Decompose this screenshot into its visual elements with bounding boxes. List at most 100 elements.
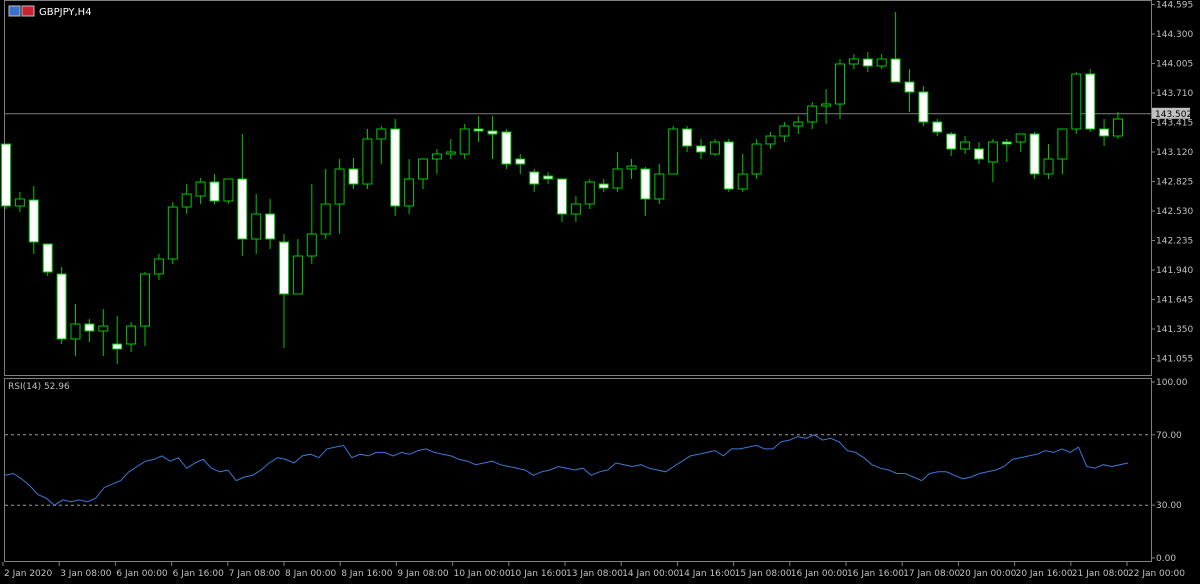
chart-background: [0, 0, 1200, 584]
price-tick-label: 144.300: [1156, 30, 1193, 40]
candle-body-bear: [42, 243, 53, 273]
candle: [751, 139, 762, 179]
candle: [1029, 132, 1040, 179]
time-tick-label: 9 Jan 08:00: [397, 569, 449, 579]
candle-body-bear: [890, 58, 901, 83]
candle: [501, 129, 512, 169]
candle: [56, 267, 67, 344]
candle-body-bear: [348, 168, 359, 185]
candle-body-bull: [126, 325, 137, 345]
candle-body-bear: [723, 141, 734, 190]
candle-body-bull: [418, 158, 428, 180]
time-tick-label: 10 Jan 00:00: [454, 569, 511, 579]
candle-body-bear: [56, 273, 67, 340]
flag-icon: [21, 5, 35, 17]
price-tick-label: 141.350: [1156, 325, 1193, 335]
candle-body-bull: [668, 128, 679, 175]
candle-body-bull: [431, 153, 442, 160]
time-tick-label: 7 Jan 08:00: [229, 569, 281, 579]
candle-body-bull: [1015, 133, 1026, 143]
candle-body-bull: [1057, 128, 1068, 160]
candle-body-bear: [501, 131, 512, 165]
price-tick-label: 142.825: [1156, 178, 1193, 188]
candle-body-bull: [334, 168, 345, 205]
time-tick-label: 6 Jan 00:00: [116, 569, 168, 579]
candle-body-bull: [835, 63, 845, 105]
price-tick-label: 144.005: [1156, 60, 1193, 70]
candle-body-bull: [848, 58, 859, 65]
time-tick-label: 8 Jan 00:00: [285, 569, 337, 579]
candle-body-bull: [765, 135, 776, 145]
price-tick-label: 142.530: [1156, 207, 1193, 217]
candle-body-bear: [279, 241, 289, 295]
candle-body-bear: [918, 91, 929, 123]
time-tick-label: 16 Jan 16:00: [847, 569, 904, 579]
candle-body-bear: [265, 213, 276, 240]
candle-body-bear: [640, 168, 651, 200]
candle: [459, 124, 470, 159]
candle: [42, 243, 53, 276]
candle-body-bull: [251, 213, 262, 240]
candle: [709, 139, 720, 156]
candle-body-bull: [793, 121, 804, 127]
candle-body-bull: [960, 141, 971, 150]
candle-body-bear: [237, 178, 248, 240]
candle-body-bull: [140, 273, 150, 327]
price-tick-label: 142.235: [1156, 237, 1193, 247]
candle-body-bull: [445, 151, 456, 155]
candle-body-bear: [557, 178, 567, 215]
candle: [668, 126, 679, 175]
candle-body-bear: [28, 199, 39, 243]
candle-body-bear: [487, 130, 498, 135]
candle-body-bear: [904, 81, 915, 93]
time-tick-label: 17 Jan 08:00: [903, 569, 960, 579]
candle-body-bear: [543, 175, 554, 180]
candle-body-bull: [1113, 118, 1123, 137]
candle-body-bull: [779, 125, 790, 137]
candle-body-bear: [1099, 128, 1110, 137]
rsi-tick-label: 0.00: [1156, 554, 1176, 564]
time-tick-label: 20 Jan 00:00: [959, 569, 1016, 579]
price-tick-label: 141.055: [1156, 355, 1193, 365]
candle-body-bear: [1029, 133, 1040, 175]
time-tick-label: 6 Jan 16:00: [173, 569, 225, 579]
candle-body-bull: [709, 141, 720, 155]
candle-body-bull: [821, 103, 832, 107]
current-price-label: 143.502: [1155, 110, 1192, 120]
chart-area[interactable]: 144.595 144.300 144.005 143.710 143.415 143.1…: [0, 0, 1200, 584]
time-tick-label: 10 Jan 16:00: [510, 569, 567, 579]
candle-body-bull: [181, 193, 192, 208]
candle-body-bear: [529, 171, 540, 185]
candle-body-bear: [1001, 141, 1012, 145]
price-tick-label: 144.595: [1156, 1, 1193, 11]
candle-body-bear: [932, 121, 943, 133]
chart-icon: [8, 5, 21, 17]
candle-body-bull: [570, 203, 581, 215]
candle-body-bull: [987, 141, 998, 163]
candle-body-bear: [515, 158, 526, 165]
candle: [167, 202, 178, 264]
price-tick-label: 141.940: [1156, 266, 1193, 276]
candle-body-bear: [598, 183, 609, 189]
candle-body-bull: [14, 198, 25, 207]
candle-body-bull: [612, 168, 623, 189]
price-tick-label: 143.120: [1156, 148, 1193, 158]
candle-body-bear: [390, 128, 401, 207]
candle-body-bear: [946, 133, 957, 150]
candle-body-bull: [751, 143, 762, 175]
price-tick-label: 143.710: [1156, 89, 1193, 99]
price-tick-label: 143.415: [1156, 119, 1193, 129]
candle-body-bull: [292, 255, 303, 295]
price-tick-label: 141.645: [1156, 296, 1193, 306]
rsi-tick-label: 70.00: [1156, 431, 1182, 441]
candle: [723, 139, 734, 192]
candle: [390, 119, 401, 216]
candle-body-bear: [112, 343, 123, 350]
candle-body-bear: [862, 58, 873, 67]
candle-body-bull: [98, 325, 109, 332]
time-tick-label: 2 Jan 2020: [4, 569, 52, 579]
candle-body-bull: [584, 181, 595, 205]
chart-title: GBPJPY,H4: [39, 7, 92, 18]
candle-body-bull: [376, 128, 387, 140]
candle-body-bear: [473, 128, 484, 132]
